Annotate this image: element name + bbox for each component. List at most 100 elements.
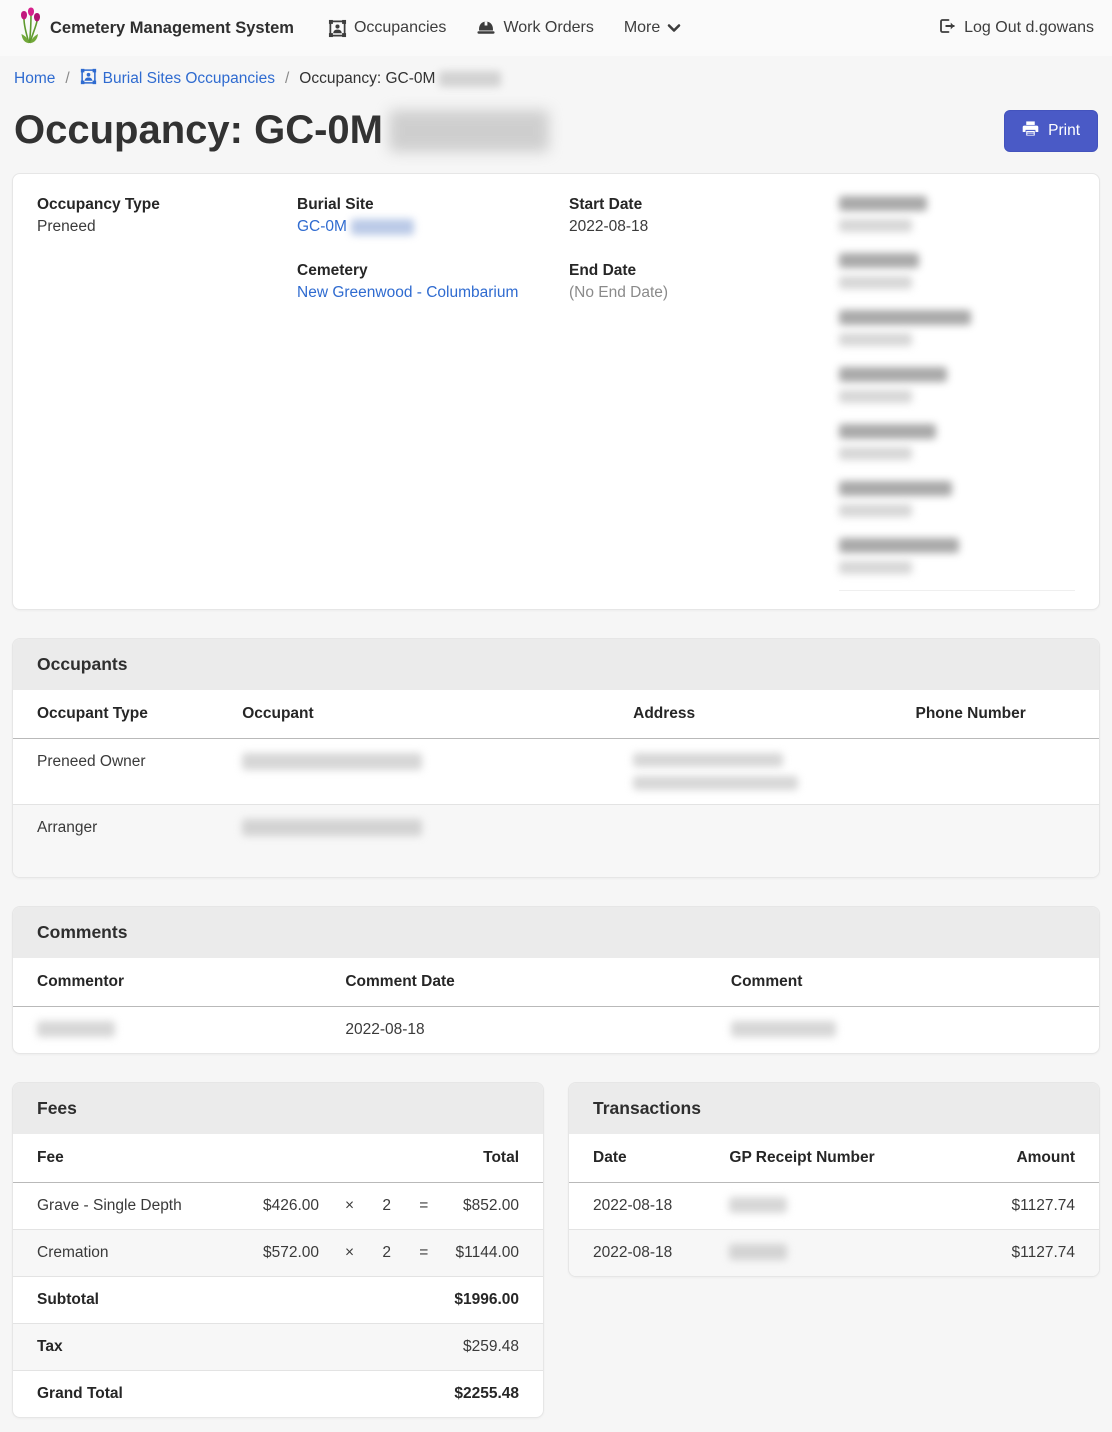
comments-header-row: Commentor Comment Date Comment xyxy=(13,958,1099,1007)
occupants-table: Occupant Type Occupant Address Phone Num… xyxy=(13,690,1099,877)
redacted-field xyxy=(839,196,1075,232)
transactions-col-date: Date xyxy=(569,1134,717,1183)
transaction-receipt-cell xyxy=(717,1183,950,1230)
details-col-2: Burial Site GC-0M Cemetery New Greenwood… xyxy=(297,196,569,591)
breadcrumb-current: Occupancy: GC-0M xyxy=(299,70,501,88)
redacted-burial-site-id xyxy=(351,219,414,235)
chevron-down-icon xyxy=(667,23,681,33)
fee-times-cell: × xyxy=(331,1183,368,1230)
nav-item-work-orders[interactable]: Work Orders xyxy=(476,19,593,37)
content: Occupancy Type Preneed Burial Site GC-0M… xyxy=(0,173,1112,1432)
start-date-field: Start Date 2022-08-18 xyxy=(569,196,839,236)
tax-value: $259.48 xyxy=(442,1324,543,1371)
nav-work-orders-label: Work Orders xyxy=(503,19,593,37)
occupant-name-cell xyxy=(230,739,621,805)
occupant-name-cell xyxy=(230,805,621,878)
printer-icon xyxy=(1022,120,1039,142)
fee-qty-cell: 2 xyxy=(368,1230,405,1277)
occupants-section-title: Occupants xyxy=(13,639,1099,690)
bottom-section: Fees Fee Total Grave - Single Depth $426… xyxy=(12,1082,1100,1418)
occupancy-type-field: Occupancy Type Preneed xyxy=(37,196,297,236)
occupant-type-cell: Arranger xyxy=(13,805,230,878)
occupant-phone-cell xyxy=(904,739,1100,805)
page-header: Occupancy: GC-0M Print xyxy=(0,100,1112,173)
nav-item-occupancies[interactable]: Occupancies xyxy=(328,19,447,38)
burial-site-label: Burial Site xyxy=(297,196,569,214)
transaction-row: 2022-08-18 $1127.74 xyxy=(569,1230,1099,1277)
end-date-value: (No End Date) xyxy=(569,284,839,302)
fee-total-cell: $852.00 xyxy=(442,1183,543,1230)
occupant-phone-cell xyxy=(904,805,1100,878)
comments-col-comment: Comment xyxy=(719,958,1099,1007)
comments-table: Commentor Comment Date Comment 2022-08-1… xyxy=(13,958,1099,1053)
cemetery-field: Cemetery New Greenwood - Columbarium xyxy=(297,262,569,302)
subtotal-label: Subtotal xyxy=(13,1277,442,1324)
print-button[interactable]: Print xyxy=(1004,110,1098,152)
cemetery-label: Cemetery xyxy=(297,262,569,280)
commentor-cell xyxy=(13,1007,333,1054)
fees-grand-total-row: Grand Total $2255.48 xyxy=(13,1371,543,1418)
breadcrumb-current-label: Occupancy: GC-0M xyxy=(299,70,435,88)
brand: Cemetery Management System xyxy=(18,7,294,50)
transaction-amount-cell: $1127.74 xyxy=(951,1230,1099,1277)
end-date-field: End Date (No End Date) xyxy=(569,262,839,302)
details-col-1: Occupancy Type Preneed xyxy=(37,196,297,591)
grand-total-label: Grand Total xyxy=(13,1371,442,1418)
logout-button[interactable]: Log Out d.gowans xyxy=(938,17,1094,40)
comment-cell xyxy=(719,1007,1099,1054)
redacted-field xyxy=(839,367,1075,403)
transactions-col-amount: Amount xyxy=(951,1134,1099,1183)
comments-section-title: Comments xyxy=(13,907,1099,958)
cemetery-link[interactable]: New Greenwood - Columbarium xyxy=(297,284,518,302)
breadcrumb-home-link[interactable]: Home xyxy=(14,70,55,88)
occupants-card: Occupants Occupant Type Occupant Address… xyxy=(12,638,1100,878)
comments-col-date: Comment Date xyxy=(333,958,719,1007)
comment-row: 2022-08-18 xyxy=(13,1007,1099,1054)
details-col-3: Start Date 2022-08-18 End Date (No End D… xyxy=(569,196,839,591)
nav-more-label: More xyxy=(624,19,660,37)
occupants-col-phone: Phone Number xyxy=(904,690,1100,739)
occupancy-type-label: Occupancy Type xyxy=(37,196,297,214)
burial-site-link[interactable]: GC-0M xyxy=(297,218,347,236)
end-date-label: End Date xyxy=(569,262,839,280)
fee-equals-cell: = xyxy=(405,1230,442,1277)
fees-card: Fees Fee Total Grave - Single Depth $426… xyxy=(12,1082,544,1418)
comments-col-commentor: Commentor xyxy=(13,958,333,1007)
occupancy-type-value: Preneed xyxy=(37,218,297,236)
breadcrumb-occupancies-label: Burial Sites Occupancies xyxy=(103,70,275,88)
redacted-field xyxy=(839,538,1075,591)
fee-times-cell: × xyxy=(331,1230,368,1277)
transactions-card: Transactions Date GP Receipt Number Amou… xyxy=(568,1082,1100,1277)
hard-hat-icon xyxy=(476,19,496,37)
page-title: Occupancy: GC-0M xyxy=(14,108,549,153)
subtotal-value: $1996.00 xyxy=(442,1277,543,1324)
redacted-title-id xyxy=(389,110,549,152)
occupant-type-cell: Preneed Owner xyxy=(13,739,230,805)
app-title: Cemetery Management System xyxy=(50,19,294,38)
fees-section-title: Fees xyxy=(13,1083,543,1134)
grand-total-value: $2255.48 xyxy=(442,1371,543,1418)
occupants-col-type: Occupant Type xyxy=(13,690,230,739)
occupant-row: Arranger xyxy=(13,805,1099,878)
nav-occupancies-label: Occupancies xyxy=(354,19,447,37)
transactions-header-row: Date GP Receipt Number Amount xyxy=(569,1134,1099,1183)
occupant-address-cell xyxy=(621,739,903,805)
details-col-4-redacted xyxy=(839,196,1075,591)
logout-icon xyxy=(938,17,956,40)
fee-name-cell: Cremation xyxy=(13,1230,230,1277)
print-button-label: Print xyxy=(1048,122,1080,140)
fee-row: Grave - Single Depth $426.00 × 2 = $852.… xyxy=(13,1183,543,1230)
breadcrumb-separator: / xyxy=(65,70,69,88)
redacted-field xyxy=(839,310,1075,346)
nav-item-more[interactable]: More xyxy=(624,19,681,37)
details-grid: Occupancy Type Preneed Burial Site GC-0M… xyxy=(13,174,1099,609)
transaction-row: 2022-08-18 $1127.74 xyxy=(569,1183,1099,1230)
fees-tax-row: Tax $259.48 xyxy=(13,1324,543,1371)
fee-total-cell: $1144.00 xyxy=(442,1230,543,1277)
fees-table: Fee Total Grave - Single Depth $426.00 ×… xyxy=(13,1134,543,1417)
fee-qty-cell: 2 xyxy=(368,1183,405,1230)
occupant-row: Preneed Owner xyxy=(13,739,1099,805)
breadcrumb-occupancies-link[interactable]: Burial Sites Occupancies xyxy=(80,68,275,90)
occupants-col-address: Address xyxy=(621,690,903,739)
occupants-col-occupant: Occupant xyxy=(230,690,621,739)
